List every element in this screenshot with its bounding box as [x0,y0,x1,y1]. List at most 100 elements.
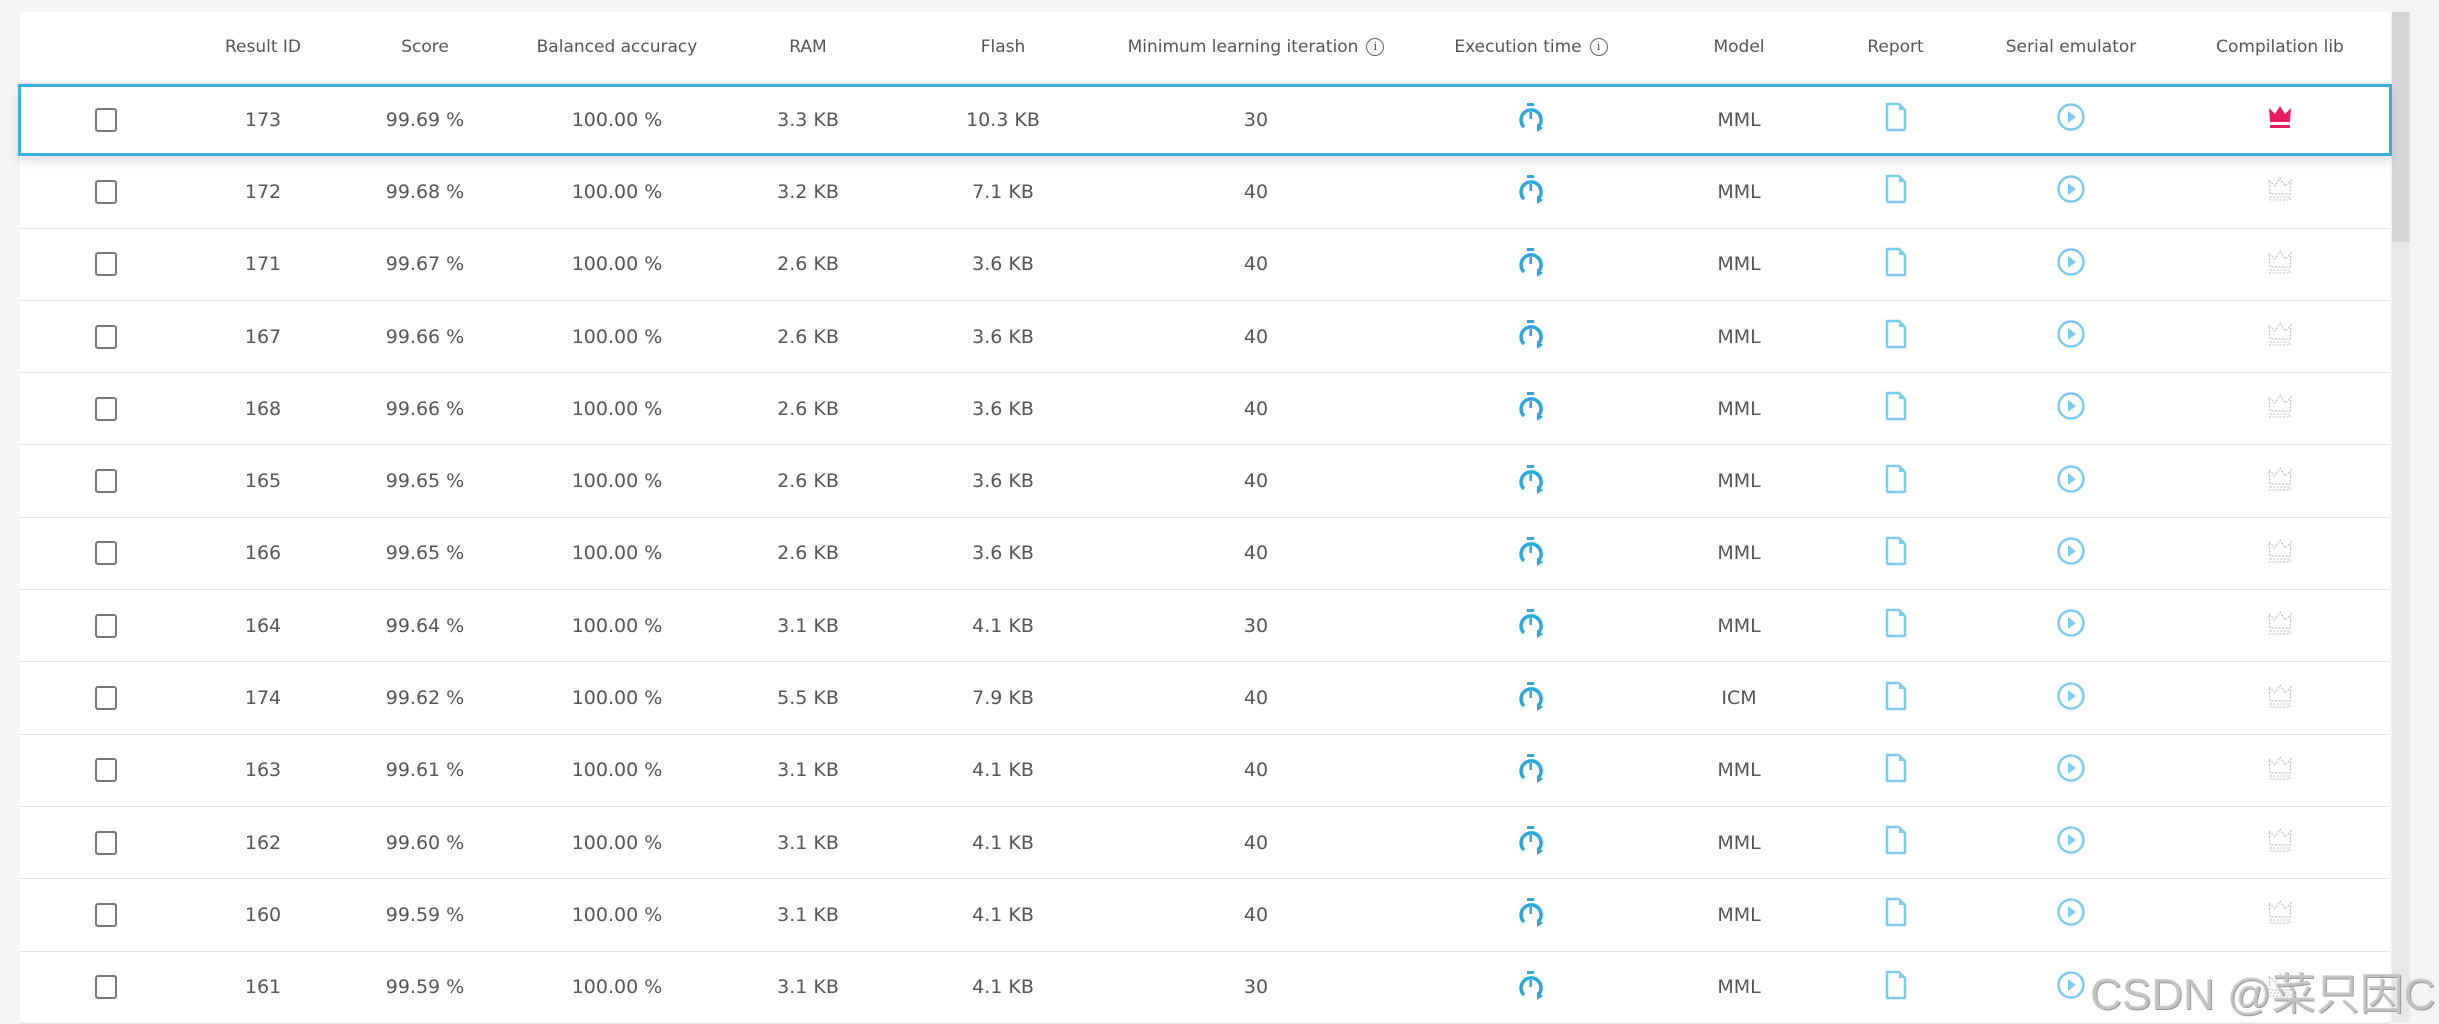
document-icon[interactable] [1884,608,1908,643]
play-icon[interactable] [2056,174,2086,209]
table-row[interactable]: 161 99.59 % 100.00 % 3.1 KB 4.1 KB 30 MM… [20,952,2390,1024]
table-row[interactable]: 166 99.65 % 100.00 % 2.6 KB 3.6 KB 40 MM… [20,518,2390,591]
table-row[interactable]: 162 99.60 % 100.00 % 3.1 KB 4.1 KB 40 MM… [20,807,2390,880]
table-row[interactable]: 168 99.66 % 100.00 % 2.6 KB 3.6 KB 40 MM… [20,373,2390,446]
report-cell [1819,970,1972,1005]
score: 99.61 % [385,759,465,782]
document-icon[interactable] [1884,970,1908,1005]
table-row[interactable]: 165 99.65 % 100.00 % 2.6 KB 3.6 KB 40 MM… [20,445,2390,518]
header-result-id[interactable]: Result ID [191,37,335,57]
info-icon[interactable]: i [1589,38,1608,56]
stopwatch-icon[interactable] [1518,319,1544,354]
row-checkbox[interactable] [94,107,117,132]
result-id: 165 [244,470,282,493]
crown-icon[interactable] [2266,538,2294,569]
crown-icon[interactable] [2266,683,2294,714]
header-execution-time[interactable]: Execution time i [1403,37,1659,57]
document-icon[interactable] [1884,753,1908,788]
document-icon[interactable] [1884,681,1908,716]
document-icon[interactable] [1884,825,1908,860]
scrollbar-thumb[interactable] [2392,12,2410,242]
row-checkbox[interactable] [94,613,117,638]
serial-emulator-cell [1972,608,2170,643]
document-icon[interactable] [1884,174,1908,209]
table-row[interactable]: 164 99.64 % 100.00 % 3.1 KB 4.1 KB 30 MM… [20,590,2390,663]
document-icon[interactable] [1884,464,1908,499]
crown-icon[interactable] [2266,321,2294,352]
header-ram[interactable]: RAM [719,37,897,57]
stopwatch-icon[interactable] [1518,536,1544,571]
document-icon[interactable] [1884,102,1908,137]
play-icon[interactable] [2056,247,2086,282]
header-flash[interactable]: Flash [897,37,1109,57]
play-icon[interactable] [2056,391,2086,426]
row-checkbox[interactable] [94,975,117,1000]
crown-icon[interactable] [2266,899,2294,930]
table-row[interactable]: 172 99.68 % 100.00 % 3.2 KB 7.1 KB 40 MM… [20,156,2390,229]
row-checkbox[interactable] [94,396,117,421]
crown-icon[interactable] [2266,827,2294,858]
score: 99.62 % [385,687,465,710]
stopwatch-icon[interactable] [1518,391,1544,426]
crown-icon[interactable] [2266,466,2294,497]
stopwatch-icon[interactable] [1518,102,1544,137]
document-icon[interactable] [1884,319,1908,354]
stopwatch-icon[interactable] [1518,825,1544,860]
header-report: Report [1867,37,1924,57]
row-checkbox[interactable] [94,758,117,783]
execution-time-cell [1403,391,1659,426]
header-min-iteration[interactable]: Minimum learning iteration i [1109,37,1403,57]
table-row[interactable]: 160 99.59 % 100.00 % 3.1 KB 4.1 KB 40 MM… [20,879,2390,952]
stopwatch-icon[interactable] [1518,247,1544,282]
row-checkbox[interactable] [94,179,117,204]
header-compilation-lib: Compilation lib [2216,37,2344,57]
stopwatch-icon[interactable] [1518,464,1544,499]
table-row[interactable]: 173 99.69 % 100.00 % 3.3 KB 10.3 KB 30 M… [18,84,2392,157]
play-icon[interactable] [2056,681,2086,716]
stopwatch-icon[interactable] [1518,897,1544,932]
table-row[interactable]: 174 99.62 % 100.00 % 5.5 KB 7.9 KB 40 IC… [20,662,2390,735]
row-checkbox[interactable] [94,469,117,494]
row-checkbox[interactable] [94,324,117,349]
stopwatch-icon[interactable] [1518,753,1544,788]
row-checkbox[interactable] [94,686,117,711]
header-balanced-accuracy[interactable]: Balanced accuracy [515,37,719,57]
table-row[interactable]: 167 99.66 % 100.00 % 2.6 KB 3.6 KB 40 MM… [20,301,2390,374]
document-icon[interactable] [1884,391,1908,426]
play-icon[interactable] [2056,608,2086,643]
play-icon[interactable] [2056,536,2086,571]
play-icon[interactable] [2056,753,2086,788]
play-icon[interactable] [2056,102,2086,137]
play-icon[interactable] [2056,319,2086,354]
stopwatch-icon[interactable] [1518,608,1544,643]
report-cell [1819,608,1972,643]
row-select-cell [20,975,191,1000]
play-icon[interactable] [2056,464,2086,499]
stopwatch-icon[interactable] [1518,970,1544,1005]
row-checkbox[interactable] [94,541,117,566]
table-row[interactable]: 171 99.67 % 100.00 % 2.6 KB 3.6 KB 40 MM… [20,229,2390,301]
crown-icon[interactable] [2266,610,2294,641]
result-id: 167 [244,325,282,348]
info-icon[interactable]: i [1366,38,1385,56]
flash: 4.1 KB [972,976,1034,999]
play-icon[interactable] [2056,970,2086,1005]
stopwatch-icon[interactable] [1518,174,1544,209]
stopwatch-icon[interactable] [1518,681,1544,716]
crown-icon[interactable] [2266,755,2294,786]
row-checkbox[interactable] [94,252,117,277]
row-checkbox[interactable] [94,902,117,927]
score: 99.66 % [385,397,465,420]
header-score[interactable]: Score [335,37,515,57]
document-icon[interactable] [1884,536,1908,571]
play-icon[interactable] [2056,897,2086,932]
document-icon[interactable] [1884,247,1908,282]
crown-icon[interactable] [2266,104,2294,135]
row-checkbox[interactable] [94,830,117,855]
document-icon[interactable] [1884,897,1908,932]
table-row[interactable]: 163 99.61 % 100.00 % 3.1 KB 4.1 KB 40 MM… [20,735,2390,807]
crown-icon[interactable] [2266,249,2294,280]
play-icon[interactable] [2056,825,2086,860]
crown-icon[interactable] [2266,176,2294,207]
crown-icon[interactable] [2266,393,2294,424]
